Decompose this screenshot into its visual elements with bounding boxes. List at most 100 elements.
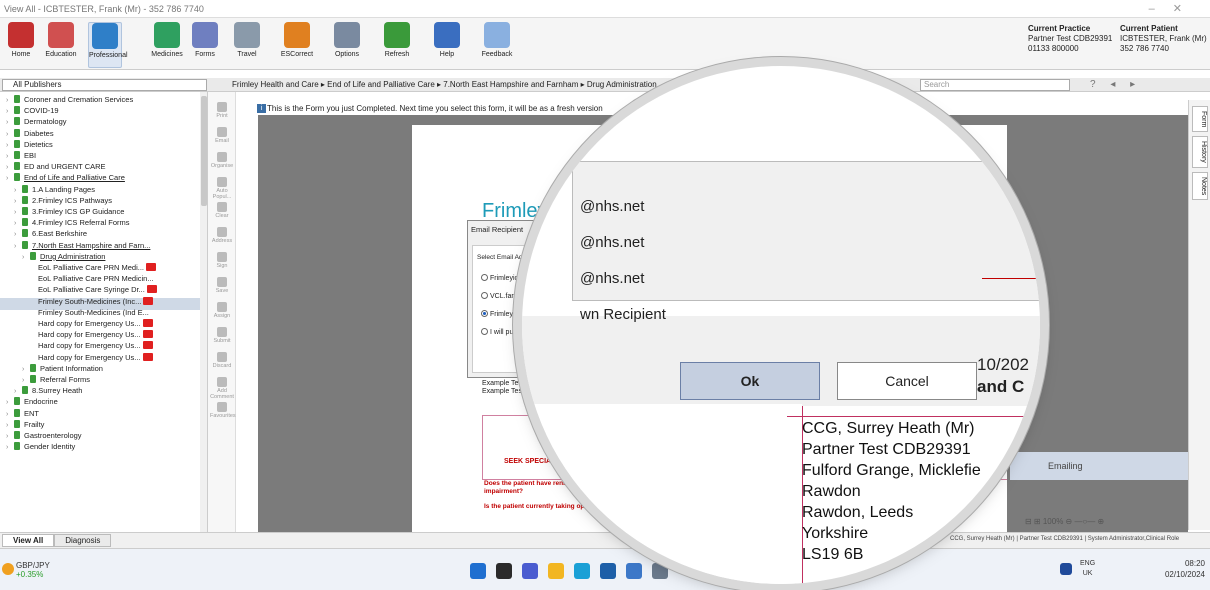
tree-item[interactable]: Frimley South-Medicines (Inc... (30, 296, 154, 308)
zoom-control[interactable]: ⊟ ⊞ 100% ⊖ —○— ⊕ (1025, 517, 1104, 526)
radio-icon[interactable] (481, 328, 488, 335)
tree-item-label: Coroner and Cremation Services (24, 95, 134, 104)
options-icon (334, 22, 360, 48)
start-icon[interactable] (470, 563, 486, 579)
tree-item[interactable]: › 4.Frimley ICS Referral Forms (14, 217, 130, 229)
search-input[interactable]: Search (920, 79, 1070, 91)
tool-clear[interactable]: Clear (210, 202, 234, 219)
tree-item[interactable]: EoL Palliative Care Syringe Dr... (30, 284, 157, 296)
ribbon-button-refresh[interactable]: Refresh (380, 22, 414, 68)
tree-item[interactable]: › Patient Information (22, 363, 103, 375)
tree-item[interactable]: › Gastroenterology (6, 430, 82, 442)
tray-icon[interactable] (1060, 563, 1072, 575)
tree-item[interactable]: › COVID-19 (6, 105, 59, 117)
magnified-email-1: @nhs.net (580, 198, 645, 215)
tool-favourites[interactable]: Favourites (210, 402, 236, 419)
book-icon (22, 207, 28, 215)
ribbon-button-options[interactable]: Options (330, 22, 364, 68)
tree-item[interactable]: › Referral Forms (22, 374, 90, 386)
tree-item[interactable]: › Coroner and Cremation Services (6, 94, 133, 106)
ribbon-button-travel[interactable]: Travel (230, 22, 264, 68)
breadcrumb[interactable]: Frimley Health and Care ▸ End of Life an… (232, 80, 657, 89)
tree-item[interactable]: › 6.East Berkshire (14, 228, 87, 240)
tool-email[interactable]: Email (210, 127, 234, 144)
tree-item-label: Hard copy for Emergency Us... (38, 352, 141, 362)
ribbon-button-forms[interactable]: Forms (188, 22, 222, 68)
tree-item[interactable]: › ENT (6, 408, 39, 420)
info-icon: i (257, 104, 266, 113)
ribbon-button-education[interactable]: Education (44, 22, 78, 68)
expand-icon[interactable]: › (6, 173, 14, 185)
tree-item[interactable]: › Frailty (6, 419, 44, 431)
language-indicator[interactable]: ENG UK (1080, 559, 1095, 579)
book-icon (22, 386, 28, 395)
tree-item[interactable]: › 2.Frimley ICS Pathways (14, 195, 112, 207)
tree-item[interactable]: › Diabetes (6, 128, 54, 140)
ribbon-button-medicines[interactable]: Medicines (150, 22, 184, 68)
window-controls[interactable]: –✕ (1149, 2, 1200, 15)
cancel-button[interactable]: Cancel (837, 362, 977, 400)
ribbon-button-escorrect[interactable]: ESCorrect (280, 22, 314, 68)
tool-add-comment[interactable]: Add Comment (210, 377, 234, 400)
radio-icon[interactable] (481, 310, 488, 317)
tree-item[interactable]: › ED and URGENT CARE (6, 161, 106, 173)
status-text: CCG, Surrey Heath (Mr) | Partner Test CD… (950, 536, 1180, 542)
tool-assign[interactable]: Assign (210, 302, 234, 319)
tree-item[interactable]: › 1.A Landing Pages (14, 184, 95, 196)
tool-address[interactable]: Address (210, 227, 234, 244)
tab-form[interactable]: Form (1192, 106, 1208, 133)
tree-item[interactable]: › Dietetics (6, 139, 53, 151)
expand-icon[interactable]: › (6, 442, 14, 454)
tool-auto-popul-[interactable]: Auto Popul... (210, 177, 234, 200)
tool-save[interactable]: Save (210, 277, 234, 294)
tab-diagnosis[interactable]: Diagnosis (54, 534, 112, 547)
tool-organise[interactable]: Organise (210, 152, 234, 169)
tab-notes[interactable]: Notes (1192, 172, 1208, 201)
tool-sign[interactable]: Sign (210, 252, 234, 269)
clock[interactable]: 08:20 02/10/2024 (1160, 558, 1205, 580)
tree-item[interactable]: › End of Life and Palliative Care (6, 172, 125, 184)
ribbon-button-home[interactable]: Home (4, 22, 38, 68)
ok-button[interactable]: Ok (680, 362, 820, 400)
book-icon (14, 397, 20, 406)
tree-item[interactable]: Frimley South-Medicines (Ind E... (30, 307, 149, 319)
tree-item[interactable]: › EBI (6, 150, 36, 162)
tool-icon (217, 402, 227, 412)
ribbon-button-professional[interactable]: Professional (88, 22, 128, 68)
tree-item[interactable]: Hard copy for Emergency Us... (30, 318, 153, 330)
tree-item[interactable]: › 7.North East Hampshire and Farn... (14, 240, 150, 252)
magnifier-lens: @nhs.net @nhs.net @nhs.net wn Recipient … (522, 66, 1040, 584)
ribbon-button-help[interactable]: Help (430, 22, 464, 68)
tool-submit[interactable]: Submit (210, 327, 234, 344)
tree-item[interactable]: Hard copy for Emergency Us... (30, 340, 153, 352)
tree-item[interactable]: › Dermatology (6, 116, 67, 128)
expand-icon[interactable]: › (22, 252, 30, 264)
expand-icon[interactable]: › (14, 241, 22, 253)
tree-item[interactable]: › 3.Frimley ICS GP Guidance (14, 206, 124, 218)
tree-item[interactable]: EoL Palliative Care PRN Medi... (30, 262, 157, 274)
tool-discard[interactable]: Discard (210, 352, 234, 369)
radio-icon[interactable] (481, 292, 488, 299)
nav-arrows[interactable]: ? ◂ ▸ (1090, 79, 1141, 90)
current-practice-heading: Current Practice (1028, 24, 1091, 33)
book-icon (30, 251, 36, 260)
book-icon (14, 139, 20, 148)
forms-icon (192, 22, 218, 48)
tool-print[interactable]: Print (210, 102, 234, 119)
tree-item[interactable]: EoL Palliative Care PRN Medicin... (30, 273, 154, 285)
tab-history[interactable]: History (1192, 136, 1208, 168)
fx-widget[interactable]: GBP/JPY +0.35% (16, 561, 50, 579)
tree-item[interactable]: › 8.Surrey Heath (14, 385, 82, 397)
task-view-icon[interactable] (496, 563, 512, 579)
tree-item[interactable]: › Gender Identity (6, 441, 75, 453)
tab-view-all[interactable]: View All (2, 534, 55, 547)
tool-label: Clear (215, 213, 229, 219)
tree-item[interactable]: › Endocrine (6, 396, 58, 408)
tree-item[interactable]: Hard copy for Emergency Us... (30, 329, 153, 341)
radio-icon[interactable] (481, 274, 488, 281)
tree-item[interactable]: Hard copy for Emergency Us... (30, 352, 153, 364)
tree-item[interactable]: › Drug Administration (22, 251, 105, 263)
ribbon-button-feedback[interactable]: Feedback (480, 22, 514, 68)
tree-scrollbar[interactable] (200, 92, 207, 532)
publisher-select[interactable]: All Publishers (2, 79, 207, 91)
